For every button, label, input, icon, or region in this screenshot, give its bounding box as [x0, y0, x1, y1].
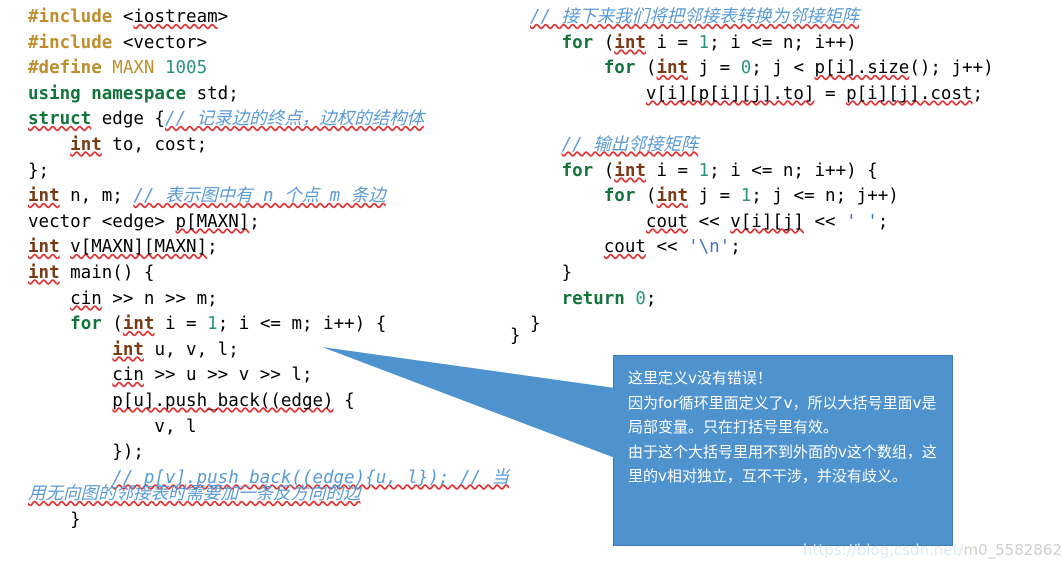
section-comment: // 输出邻接矩阵	[561, 134, 699, 155]
code-line: for (int j = 0; j < p[i].size(); j++)	[603, 58, 994, 79]
code-line: int u, v, l;	[112, 339, 239, 360]
preprocessor-include: #include	[28, 32, 113, 53]
code-line: }	[530, 314, 541, 335]
preprocessor-include: #include	[28, 7, 113, 27]
code-line: for (int i = 1; i <= n; i++)	[561, 32, 857, 53]
code-line: v[i][p[i][j].to] = p[i][j].cost;	[645, 83, 984, 104]
watermark: https://blog.csdn.net/m0_55828624	[803, 541, 1062, 559]
inline-comment: // 记录边的终点，边权的结构体	[164, 109, 425, 130]
code-line: cout << '\n';	[603, 237, 741, 258]
annotation-callout-box: 这里定义v没有错误！ 因为for循环里面定义了v，所以大括号里面v是局部变量。只…	[613, 355, 953, 546]
stray-closing-brace: }	[510, 326, 521, 346]
code-line: // 输出邻接矩阵	[530, 133, 1062, 159]
inline-comment: // 表示图中有 n 个点 m 条边	[133, 186, 386, 207]
code-line: for (int j = 1; j <= n; j++)	[603, 186, 899, 207]
code-line: p[u].push_back((edge) {	[112, 390, 355, 411]
preprocessor-define: #define	[28, 58, 102, 79]
section-comment: // 接下来我们将把邻接表转换为邻接矩阵	[530, 7, 860, 27]
comment-wrapped-tail: 用无向图的邻接表时需要加一条反方向的边	[28, 484, 361, 504]
code-line: }	[530, 262, 573, 283]
slide-canvas: #include <iostream> #include <vector> #def…	[0, 0, 1062, 567]
annotation-callout-text: 这里定义v没有错误！ 因为for循环里面定义了v，所以大括号里面v是局部变量。只…	[628, 369, 937, 485]
code-line: });	[28, 442, 144, 463]
code-line: cout << v[i][j] << ' ';	[645, 211, 889, 232]
code-line: cin >> u >> v >> l;	[112, 365, 313, 386]
closing-brace-main-loop: }	[28, 510, 81, 530]
code-block-right: // 接下来我们将把邻接表转换为邻接矩阵 for (int i = 1; i <…	[530, 5, 1062, 338]
code-line: v, l	[28, 416, 197, 437]
code-line: // 接下来我们将把邻接表转换为邻接矩阵	[530, 5, 1062, 31]
watermark-url-part: https://blog.csdn.net/	[803, 541, 964, 559]
code-line: return 0;	[561, 288, 657, 309]
watermark-user-part: m0_55828624	[963, 541, 1062, 559]
code-line: for (int i = 1; i <= n; i++) {	[561, 160, 878, 181]
